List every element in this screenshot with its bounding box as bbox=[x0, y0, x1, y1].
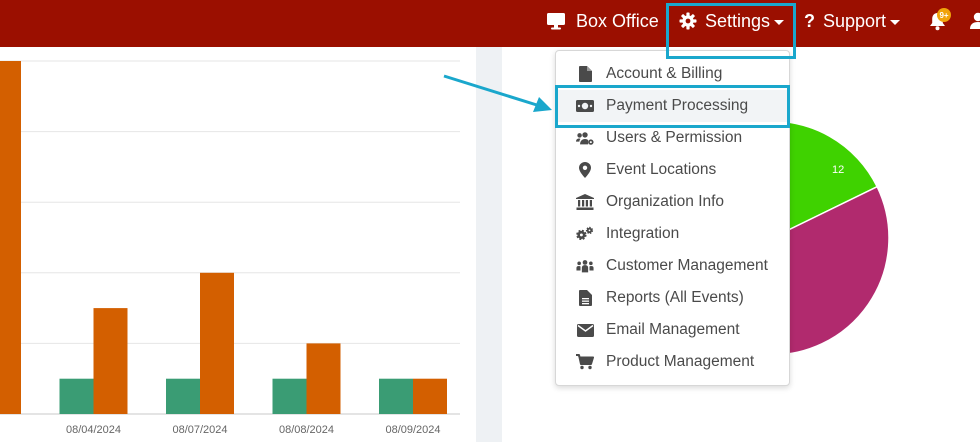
menu-item-label: Email Management bbox=[606, 321, 740, 338]
menu-item-customer-management[interactable]: Customer Management bbox=[556, 250, 789, 282]
menu-item-integration[interactable]: Integration bbox=[556, 218, 789, 250]
users-cog-icon bbox=[576, 130, 594, 146]
file-icon bbox=[576, 66, 594, 82]
menu-item-payment-processing[interactable]: Payment Processing bbox=[556, 90, 789, 122]
nav-settings-label: Settings bbox=[705, 10, 771, 31]
chart-bar bbox=[413, 378, 447, 414]
menu-item-reports[interactable]: Reports (All Events) bbox=[556, 282, 789, 314]
chart-bar bbox=[272, 378, 307, 414]
landmark-icon bbox=[576, 194, 594, 210]
pie-slice-label: 12 bbox=[832, 164, 844, 176]
menu-item-label: Account & Billing bbox=[606, 65, 723, 82]
nav-support[interactable]: ? Support bbox=[804, 0, 901, 42]
menu-item-users-permission[interactable]: Users & Permission bbox=[556, 122, 789, 154]
chart-bar bbox=[0, 61, 21, 414]
chart-bar bbox=[166, 378, 200, 414]
chart-bar bbox=[59, 378, 94, 414]
user-icon bbox=[969, 12, 980, 30]
people-group-icon bbox=[576, 258, 594, 274]
menu-item-email-management[interactable]: Email Management bbox=[556, 314, 789, 346]
x-tick-label: 08/04/2024 bbox=[66, 424, 121, 436]
sales-chart-panel: 02408/04/202408/07/202408/08/202408/09/2… bbox=[0, 47, 476, 442]
menu-item-label: Product Management bbox=[606, 353, 755, 370]
question-icon: ? bbox=[804, 10, 815, 31]
menu-item-event-locations[interactable]: Event Locations bbox=[556, 154, 789, 186]
menu-item-account-billing[interactable]: Account & Billing bbox=[556, 58, 789, 90]
menu-item-label: Integration bbox=[606, 225, 680, 242]
menu-item-label: Customer Management bbox=[606, 257, 768, 274]
notification-badge: 9+ bbox=[937, 8, 951, 22]
nav-box-office[interactable]: Box Office bbox=[546, 0, 659, 42]
gear-icon bbox=[679, 12, 697, 30]
menu-item-label: Event Locations bbox=[606, 161, 717, 178]
file-alt-icon bbox=[576, 290, 594, 306]
menu-item-label: Organization Info bbox=[606, 193, 725, 210]
chart-bar bbox=[379, 378, 413, 414]
caret-down-icon bbox=[774, 19, 785, 25]
nav-support-label: Support bbox=[823, 10, 887, 31]
menu-item-label: Users & Permission bbox=[606, 129, 743, 146]
nav-settings[interactable]: Settings bbox=[679, 0, 785, 42]
cogs-icon bbox=[576, 226, 594, 242]
top-navbar: Box Office Settings ? Support 9+ bbox=[0, 0, 980, 47]
chart-bar bbox=[93, 308, 128, 414]
menu-item-product-management[interactable]: Product Management bbox=[556, 346, 789, 378]
caret-down-icon bbox=[890, 19, 901, 25]
money-bill-icon bbox=[576, 98, 594, 114]
chart-bar bbox=[306, 343, 341, 414]
nav-box-office-label: Box Office bbox=[576, 10, 659, 31]
x-tick-label: 08/07/2024 bbox=[172, 424, 227, 436]
menu-item-organization-info[interactable]: Organization Info bbox=[556, 186, 789, 218]
menu-item-label: Reports (All Events) bbox=[606, 289, 744, 306]
map-marker-icon bbox=[576, 162, 594, 178]
x-tick-label: 08/08/2024 bbox=[279, 424, 334, 436]
menu-item-label: Payment Processing bbox=[606, 97, 749, 114]
shopping-cart-icon bbox=[576, 354, 594, 370]
chart-bar bbox=[200, 272, 234, 414]
settings-dropdown-menu: Account & Billing Payment Processing Use… bbox=[555, 50, 790, 386]
envelope-icon bbox=[576, 322, 594, 338]
user-menu-button[interactable] bbox=[969, 0, 980, 42]
x-tick-label: 08/09/2024 bbox=[385, 424, 440, 436]
desktop-icon bbox=[546, 12, 566, 30]
bar-chart: 02408/04/202408/07/202408/08/202408/09/2… bbox=[0, 60, 460, 436]
